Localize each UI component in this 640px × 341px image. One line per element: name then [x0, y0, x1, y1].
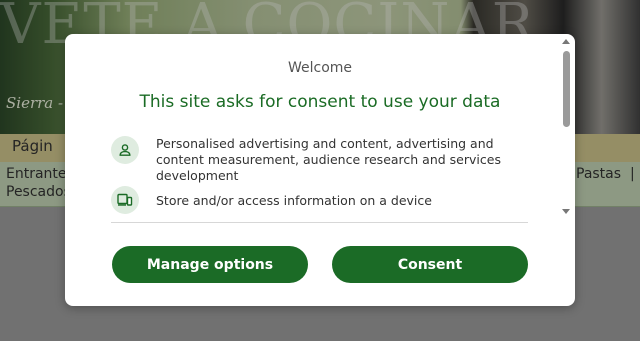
purpose-item: Store and/or access information on a dev…: [111, 186, 531, 214]
purpose-text: Store and/or access information on a dev…: [156, 193, 432, 208]
dialog-headline: This site asks for consent to use your d…: [139, 92, 501, 112]
manage-options-button[interactable]: Manage options: [112, 246, 308, 283]
scroll-down-arrow-icon[interactable]: [562, 209, 570, 214]
person-icon: [111, 136, 139, 164]
consent-dialog: Welcome This site asks for consent to us…: [65, 34, 575, 306]
dialog-scrollbar[interactable]: [562, 39, 571, 219]
dialog-divider: [111, 222, 528, 223]
device-icon: [111, 186, 139, 214]
purpose-text: Personalised advertising and content, ad…: [156, 136, 501, 183]
scroll-up-arrow-icon[interactable]: [562, 39, 570, 44]
scrollbar-thumb[interactable]: [563, 51, 570, 127]
dialog-welcome: Welcome: [287, 60, 353, 76]
consent-button[interactable]: Consent: [332, 246, 528, 283]
purpose-item: Personalised advertising and content, ad…: [111, 136, 531, 183]
